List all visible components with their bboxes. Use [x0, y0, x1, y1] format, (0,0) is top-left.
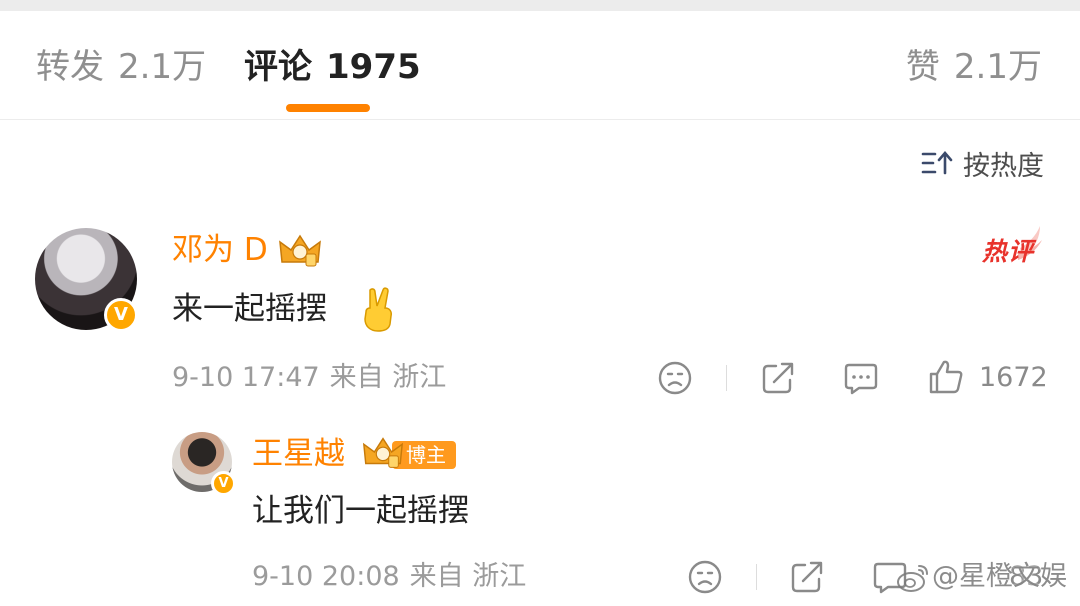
vip-crown-icon [362, 437, 404, 468]
tab-repost-count: 2.1万 [118, 47, 207, 87]
reply-username[interactable]: 王星越 [252, 436, 345, 472]
reply-date: 9-10 20:08 [252, 561, 400, 592]
tab-bar: 转发 2.1万 评论 1975 赞 2.1万 [0, 11, 1080, 120]
action-divider [726, 365, 727, 391]
dislike-icon[interactable] [687, 559, 723, 595]
share-icon[interactable] [789, 559, 825, 595]
tab-repost-label: 转发 [36, 47, 104, 87]
dislike-icon[interactable] [657, 360, 693, 396]
tab-comments-count: 1975 [326, 47, 421, 87]
weibo-logo-icon [897, 565, 928, 592]
reply-meta: 9-10 20:08 来自 浙江 [252, 561, 526, 593]
top-divider-strip [0, 0, 1080, 11]
reply-comment-icon[interactable] [843, 360, 879, 396]
reply-text: 让我们一起摇摆 [252, 493, 469, 529]
comment-location: 来自 浙江 [329, 362, 447, 393]
tab-likes[interactable]: 赞 2.1万 [906, 47, 1042, 87]
share-icon[interactable] [760, 360, 796, 396]
like-thumb-icon[interactable] [927, 358, 965, 396]
tab-comments-label: 评论 [244, 47, 312, 87]
like-count: 1672 [979, 362, 1048, 393]
verified-badge-small: V [211, 471, 236, 496]
comment-meta: 9-10 17:47 来自 浙江 [172, 362, 446, 394]
hot-comment-badge: 热评 [982, 224, 1044, 266]
commenter-username[interactable]: 邓为 D [172, 232, 268, 268]
source-watermark: @星橙文娱 [932, 561, 1067, 592]
comment-text: 来一起摇摆 [172, 291, 327, 327]
verified-badge: V [104, 298, 138, 332]
tab-comments[interactable]: 评论 1975 [244, 47, 421, 87]
active-tab-indicator [286, 104, 370, 112]
comment-date: 9-10 17:47 [172, 362, 320, 393]
sort-hot-icon [921, 151, 953, 175]
sort-button[interactable]: 按热度 [921, 145, 1044, 182]
victory-hand-icon [364, 287, 392, 332]
tab-likes-label: 赞 [905, 47, 940, 87]
action-divider [756, 564, 757, 590]
vip-crown-icon [279, 234, 321, 267]
hot-comment-label: 热评 [982, 237, 1035, 266]
sort-label: 按热度 [963, 150, 1044, 182]
reply-location: 来自 浙江 [409, 561, 527, 592]
tab-likes-count: 2.1万 [953, 47, 1042, 87]
tab-repost[interactable]: 转发 2.1万 [36, 47, 206, 87]
